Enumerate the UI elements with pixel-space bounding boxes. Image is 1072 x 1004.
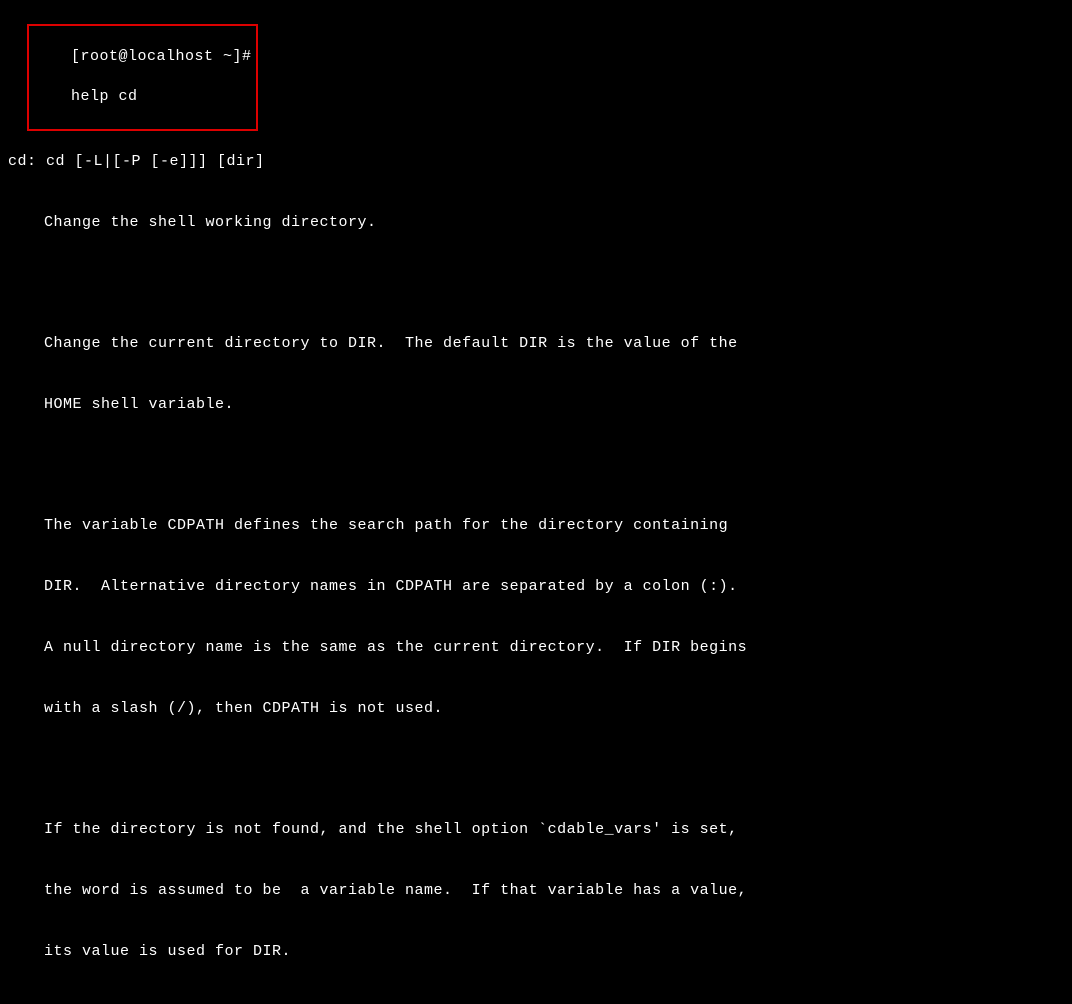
typed-command: help cd xyxy=(71,88,138,105)
help-paragraph: its value is used for DIR. xyxy=(8,942,1064,962)
help-paragraph: The variable CDPATH defines the search p… xyxy=(8,516,1064,536)
shell-prompt: [root@localhost ~]# xyxy=(71,48,252,65)
highlighted-command: [root@localhost ~]# help cd xyxy=(27,24,258,130)
help-paragraph: DIR. Alternative directory names in CDPA… xyxy=(8,577,1064,597)
short-description: Change the shell working directory. xyxy=(8,213,1064,233)
help-paragraph: with a slash (/), then CDPATH is not use… xyxy=(8,699,1064,719)
help-paragraph: If the directory is not found, and the s… xyxy=(8,820,1064,840)
help-paragraph: HOME shell variable. xyxy=(8,395,1064,415)
help-paragraph: the word is assumed to be a variable nam… xyxy=(8,881,1064,901)
help-paragraph: A null directory name is the same as the… xyxy=(8,638,1064,658)
terminal-output[interactable]: [root@localhost ~]# help cd cd: cd [-L|[… xyxy=(0,0,1072,1004)
help-paragraph: Change the current directory to DIR. The… xyxy=(8,334,1064,354)
usage-line: cd: cd [-L|[-P [-e]]] [dir] xyxy=(8,152,1064,172)
